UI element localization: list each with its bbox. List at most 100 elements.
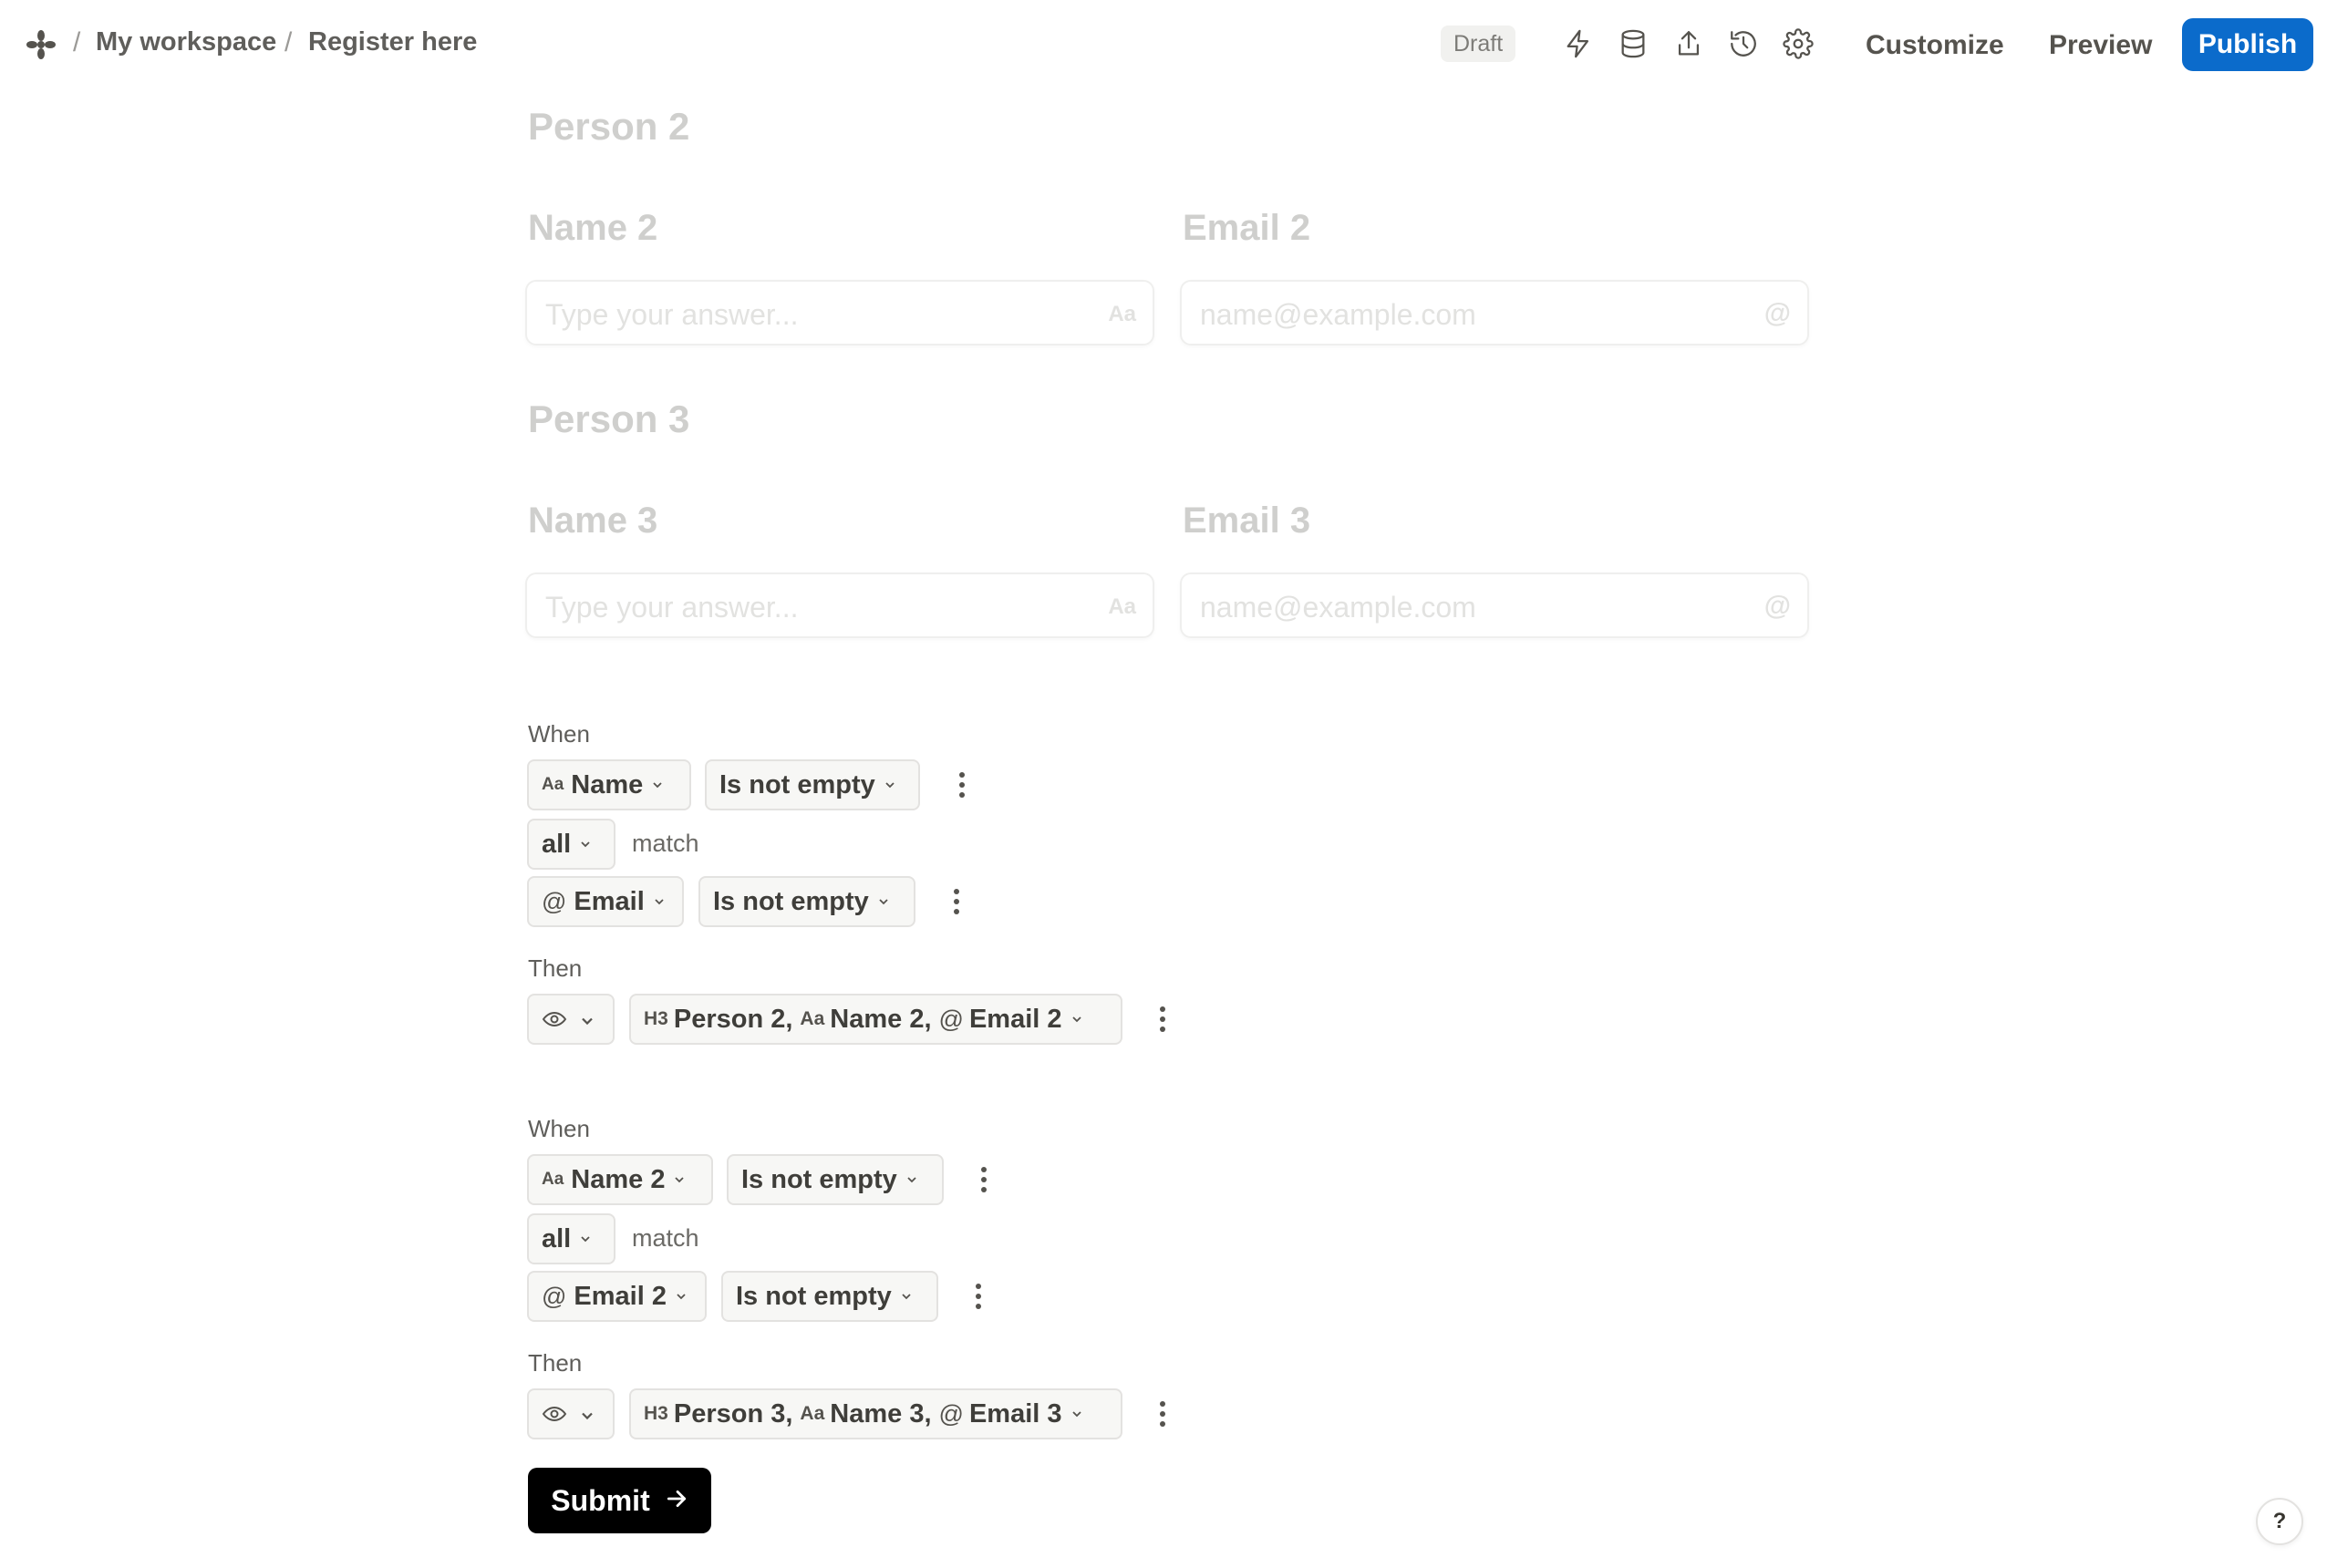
field-label-email-2: Email 2 [1183,208,1311,248]
condition-field-select[interactable]: Aa Name 2 [527,1154,713,1205]
input-placeholder: Type your answer... [545,591,799,624]
action-visibility-select[interactable] [527,994,615,1045]
email-type-icon: @ [938,1005,964,1033]
help-button[interactable]: ? [2256,1498,2303,1545]
chevron-down-icon [899,1289,914,1304]
name-2-input[interactable]: Type your answer... Aa [525,280,1154,346]
chevron-down-icon [574,1012,593,1026]
chevron-down-icon [876,894,891,909]
condition-field-label: Name 2 [571,1164,666,1194]
chevron-down-icon [578,837,593,851]
name-3-input[interactable]: Type your answer... Aa [525,573,1154,638]
chevron-down-icon [674,1289,688,1304]
chevron-down-icon [650,778,665,792]
when-label: When [528,720,590,748]
submit-button[interactable]: Submit [528,1468,711,1533]
condition-operator-label: Is not empty [736,1281,892,1311]
when-label: When [528,1115,590,1142]
text-type-icon: Aa [542,775,564,794]
chevron-down-icon [905,1172,919,1187]
email-type-icon: @ [938,1399,964,1428]
breadcrumb-workspace[interactable]: My workspace [96,27,276,57]
breadcrumb-separator: / [284,27,293,57]
condition-operator-label: Is not empty [719,769,875,799]
more-options-icon[interactable] [943,883,970,920]
condition-field-label: Name [571,769,644,799]
condition-operator-select[interactable]: Is not empty [705,759,920,810]
match-mode-select[interactable]: all [527,1213,615,1264]
action-visibility-select[interactable] [527,1388,615,1439]
top-bar: / My workspace / Register here Draft Cus… [0,0,2327,91]
match-text: match [632,830,699,857]
target-email: Email 3 [968,1398,1062,1429]
input-placeholder: name@example.com [1200,298,1476,331]
condition-operator-select[interactable]: Is not empty [698,876,915,927]
target-name: Name 3, [830,1398,932,1429]
email-2-input[interactable]: name@example.com @ [1180,280,1809,346]
then-label: Then [528,1349,583,1377]
condition-operator-select[interactable]: Is not empty [721,1271,938,1322]
share-icon[interactable] [1670,26,1707,62]
target-heading: Person 2, [673,1004,793,1034]
section-heading: Person 3 [528,397,690,440]
action-targets-select[interactable]: H3 Person 2, Aa Name 2, @ Email 2 [629,994,1122,1045]
match-mode-label: all [542,1223,572,1253]
eye-icon [542,1405,567,1423]
chevron-down-icon [574,1407,593,1421]
text-type-icon: Aa [1108,302,1136,326]
target-name: Name 2, [830,1004,932,1034]
more-options-icon[interactable] [965,1278,992,1315]
section-heading: Person 2 [528,105,690,148]
input-placeholder: Type your answer... [545,298,799,331]
field-label-name-3: Name 3 [528,500,658,541]
condition-operator-label: Is not empty [741,1164,897,1194]
chevron-down-icon [883,778,897,792]
text-type-icon: Aa [1108,594,1136,619]
chevron-down-icon [1070,1407,1084,1421]
workspace-logo-icon[interactable] [26,29,57,60]
condition-field-select[interactable]: @ Email [527,876,684,927]
submit-label: Submit [551,1483,650,1517]
target-heading: Person 3, [673,1398,793,1429]
heading-type-icon: H3 [644,1403,668,1424]
more-options-icon[interactable] [1149,1396,1176,1432]
chevron-down-icon [1070,1012,1084,1026]
target-email: Email 2 [968,1004,1062,1034]
more-options-icon[interactable] [970,1161,998,1198]
chevron-down-icon [578,1232,593,1246]
lightning-icon[interactable] [1560,26,1597,62]
preview-button[interactable]: Preview [2032,22,2168,69]
history-icon[interactable] [1725,26,1762,62]
settings-icon[interactable] [1780,26,1816,62]
heading-type-icon: H3 [644,1008,668,1029]
condition-field-select[interactable]: @ Email 2 [527,1271,707,1322]
more-options-icon[interactable] [948,767,976,803]
action-targets-select[interactable]: H3 Person 3, Aa Name 3, @ Email 3 [629,1388,1122,1439]
email-3-input[interactable]: name@example.com @ [1180,573,1809,638]
database-icon[interactable] [1615,26,1651,62]
customize-button[interactable]: Customize [1849,22,2021,69]
chevron-down-icon [652,894,667,909]
publish-button[interactable]: Publish [2182,18,2313,71]
eye-icon [542,1010,567,1028]
status-badge: Draft [1441,26,1516,62]
condition-field-label: Email [574,886,645,916]
then-label: Then [528,954,583,982]
field-label-name-2: Name 2 [528,208,658,248]
arrow-right-icon [665,1484,688,1518]
text-type-icon: Aa [800,1403,825,1424]
text-type-icon: Aa [542,1170,564,1189]
more-options-icon[interactable] [1149,1001,1176,1037]
breadcrumb-separator: / [73,27,81,57]
text-type-icon: Aa [800,1008,825,1029]
match-mode-select[interactable]: all [527,819,615,870]
email-type-icon: @ [542,1282,567,1310]
breadcrumb-page[interactable]: Register here [308,27,477,57]
condition-field-select[interactable]: Aa Name [527,759,691,810]
email-type-icon: @ [1763,591,1791,621]
condition-operator-select[interactable]: Is not empty [727,1154,944,1205]
input-placeholder: name@example.com [1200,591,1476,624]
chevron-down-icon [672,1172,687,1187]
email-type-icon: @ [542,887,567,915]
field-label-email-3: Email 3 [1183,500,1311,541]
